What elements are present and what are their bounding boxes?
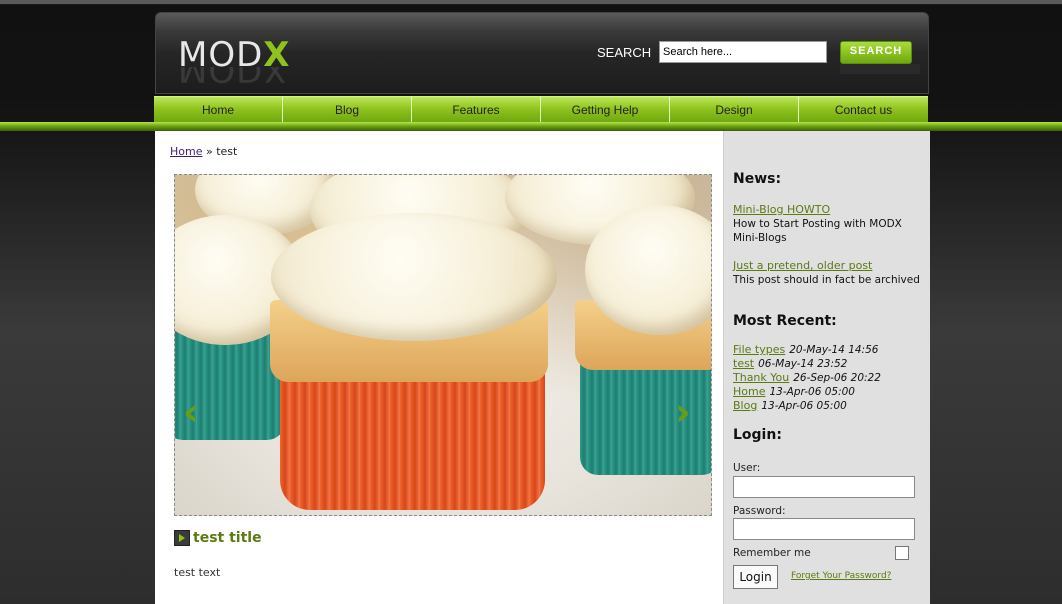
recent-item-date: 20-May-14 14:56: [789, 344, 879, 356]
breadcrumb-current: test: [216, 145, 238, 158]
login-heading: Login:: [733, 427, 782, 443]
breadcrumb: Home » test: [170, 145, 237, 158]
recent-item-link[interactable]: Blog: [733, 399, 757, 412]
recent-item-link[interactable]: File types: [733, 343, 785, 356]
remember-me-label: Remember me: [733, 547, 811, 559]
nav-item-getting-help[interactable]: Getting Help: [541, 97, 670, 124]
cupcake-frosting: [271, 213, 557, 341]
news-item: Mini-Blog HOWTO How to Start Posting wit…: [733, 201, 923, 245]
recent-item-date: 06-May-14 23:52: [758, 358, 848, 370]
main-content: Home » test ‹ › test title test text: [155, 131, 723, 604]
site-header: MODX MODX SEARCH SEARCH: [155, 12, 929, 94]
recent-item-date: 13-Apr-06 05:00: [769, 386, 855, 398]
recent-item: Thank You 26-Sep-06 20:22: [733, 371, 881, 385]
search-label: SEARCH: [597, 45, 652, 60]
image-slider[interactable]: ‹ ›: [174, 174, 712, 516]
recent-item-date: 13-Apr-06 05:00: [761, 400, 847, 412]
chevron-right-icon[interactable]: ›: [675, 390, 691, 434]
news-item: Just a pretend, older post This post sho…: [733, 257, 923, 287]
main-nav: Home Blog Features Getting Help Design C…: [154, 96, 928, 124]
nav-item-features[interactable]: Features: [412, 97, 541, 124]
post-title[interactable]: test title: [193, 530, 262, 546]
search-shadow: [840, 64, 920, 74]
news-item-link[interactable]: Mini-Blog HOWTO: [733, 203, 830, 216]
news-item-link[interactable]: Just a pretend, older post: [733, 259, 872, 272]
recent-item-link[interactable]: Thank You: [733, 371, 789, 384]
sidebar: News: Mini-Blog HOWTO How to Start Posti…: [723, 131, 930, 604]
recent-item: test 06-May-14 23:52: [733, 357, 847, 371]
recent-heading: Most Recent:: [733, 313, 837, 329]
password-input[interactable]: [733, 518, 915, 540]
search-input[interactable]: [659, 41, 827, 63]
recent-item-date: 26-Sep-06 20:22: [793, 372, 881, 384]
search-button[interactable]: SEARCH: [840, 41, 912, 64]
remember-me-checkbox[interactable]: [895, 546, 909, 560]
cupcake-liner: [280, 360, 545, 510]
post-arrow-icon: [174, 530, 190, 546]
news-item-desc: How to Start Posting with MODX Mini-Blog…: [733, 218, 902, 244]
breadcrumb-home-link[interactable]: Home: [170, 145, 202, 158]
user-label: User:: [733, 462, 761, 474]
nav-item-contact[interactable]: Contact us: [799, 97, 928, 124]
recent-item: Home 13-Apr-06 05:00: [733, 385, 855, 399]
recent-item: Blog 13-Apr-06 05:00: [733, 399, 847, 413]
recent-item-link[interactable]: test: [733, 357, 754, 370]
post-text: test text: [174, 566, 221, 579]
recent-item: File types 20-May-14 14:56: [733, 343, 878, 357]
password-label: Password:: [733, 505, 786, 517]
login-button[interactable]: Login: [733, 565, 778, 589]
nav-item-blog[interactable]: Blog: [283, 97, 412, 124]
breadcrumb-separator: »: [205, 145, 213, 158]
top-strip: [0, 0, 1062, 4]
logo-reflection: MODX: [178, 67, 288, 89]
news-item-desc: This post should in fact be archived: [733, 274, 920, 286]
user-input[interactable]: [733, 476, 915, 498]
nav-item-home[interactable]: Home: [154, 97, 283, 124]
news-heading: News:: [733, 171, 782, 187]
recent-item-link[interactable]: Home: [733, 385, 765, 398]
chevron-left-icon[interactable]: ‹: [183, 390, 199, 434]
forgot-password-link[interactable]: Forget Your Password?: [791, 571, 891, 581]
nav-item-design[interactable]: Design: [670, 97, 799, 124]
nav-underline: [0, 122, 1062, 131]
